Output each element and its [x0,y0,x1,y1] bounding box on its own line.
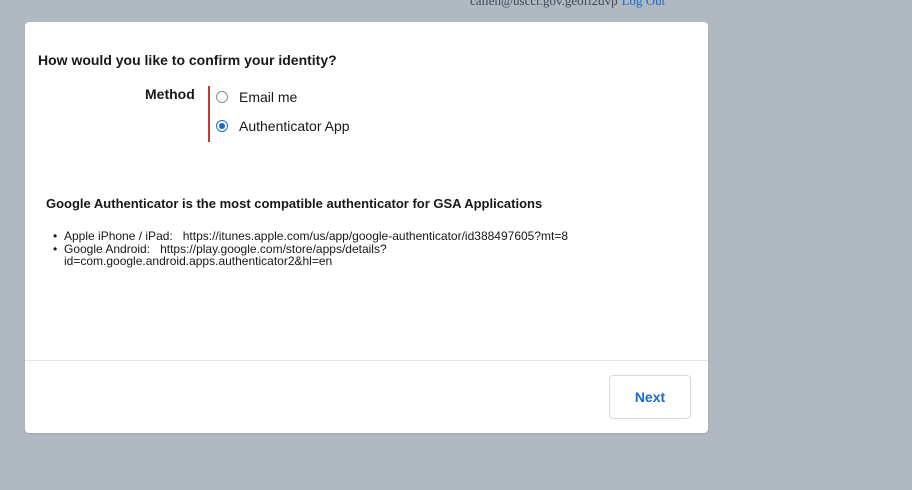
top-bar [0,0,912,8]
required-indicator [208,86,210,142]
authenticator-info-title: Google Authenticator is the most compati… [46,196,543,211]
option-email-me-label: Email me [239,89,298,105]
identity-card: How would you like to confirm your ident… [25,22,708,433]
footer-divider [25,360,708,361]
logout-link[interactable]: Log Out [622,0,666,8]
page-title: How would you like to confirm your ident… [38,52,337,68]
next-button[interactable]: Next [609,375,691,419]
user-info: callen@usccr.gov.geofl2dvp Log Out [470,0,665,9]
option-authenticator-app-label: Authenticator App [239,118,350,134]
radio-email-me[interactable] [216,91,228,103]
list-item: Google Android:https://play.google.com/s… [53,242,568,268]
option-authenticator-app[interactable]: Authenticator App [216,118,350,134]
option-email-me[interactable]: Email me [216,89,297,105]
link-url-continued[interactable]: id=com.google.android.apps.authenticator… [64,254,332,268]
authenticator-links: Apple iPhone / iPad:https://itunes.apple… [53,230,568,268]
user-email: callen@usccr.gov.geofl2dvp [470,0,618,8]
link-platform-name: Apple iPhone / iPad: [64,229,173,243]
method-label: Method [145,86,195,102]
radio-authenticator-app[interactable] [216,120,228,132]
